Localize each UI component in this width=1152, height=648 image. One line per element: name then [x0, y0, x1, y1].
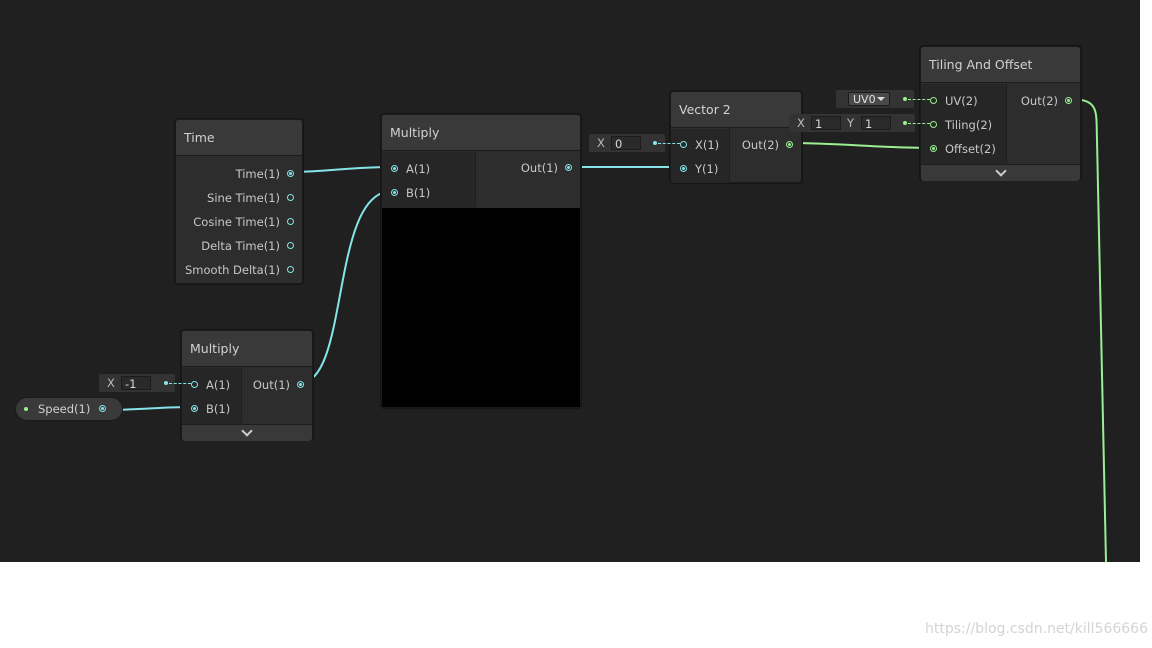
divider: [729, 128, 730, 182]
node-title: Vector 2: [671, 92, 801, 128]
multiply-node-small[interactable]: Multiply A(1) B(1) Out(1): [181, 330, 313, 441]
port-dot[interactable]: [287, 266, 294, 273]
wire-vector2-to-tiling-offset: [788, 142, 932, 149]
inline-connector-dot: [903, 97, 907, 101]
port-y[interactable]: Y(1): [671, 157, 718, 181]
port-dot[interactable]: [391, 189, 398, 196]
tiling-y-input[interactable]: 1: [861, 116, 891, 131]
port-dot[interactable]: [1065, 97, 1072, 104]
port-dot[interactable]: [191, 405, 198, 412]
node-title: Time: [176, 120, 302, 156]
port-cosine-time[interactable]: Cosine Time(1): [193, 210, 302, 234]
port-out[interactable]: Out(2): [1021, 89, 1080, 113]
a-value-input[interactable]: -1: [121, 376, 151, 391]
port-dot[interactable]: [680, 165, 687, 172]
graph-canvas[interactable]: Time Time(1) Sine Time(1) Cosine Time(1)…: [0, 0, 1140, 562]
port-out[interactable]: Out(2): [742, 133, 801, 157]
inline-connector-line: [658, 143, 680, 144]
expand-toggle[interactable]: [182, 424, 312, 441]
tiling-and-offset-node[interactable]: Tiling And Offset UV(2) Tiling(2) Offset…: [920, 46, 1081, 181]
watermark: https://blog.csdn.net/kill566666: [925, 621, 1148, 637]
port-dot[interactable]: [930, 145, 937, 152]
port-dot[interactable]: [565, 164, 572, 171]
port-dot[interactable]: [930, 97, 937, 104]
port-dot[interactable]: [191, 381, 198, 388]
field-label: X: [597, 136, 605, 150]
x-value-input[interactable]: 0: [611, 136, 641, 151]
port-uv[interactable]: UV(2): [921, 89, 978, 113]
inline-connector-line: [908, 123, 930, 124]
time-node[interactable]: Time Time(1) Sine Time(1) Cosine Time(1)…: [175, 119, 303, 284]
port-dot[interactable]: [930, 121, 937, 128]
vector2-node[interactable]: Vector 2 X(1) Y(1) Out(2): [670, 91, 802, 183]
wire-time-to-multiply-a: [289, 166, 393, 173]
port-sine-time[interactable]: Sine Time(1): [207, 186, 302, 210]
port-offset[interactable]: Offset(2): [921, 137, 996, 161]
port-x[interactable]: X(1): [671, 133, 719, 157]
node-title: Multiply: [182, 331, 312, 367]
node-title: Multiply: [382, 115, 580, 151]
inline-connector-dot: [653, 141, 657, 145]
field-label-y: Y: [847, 116, 855, 130]
property-label: Speed(1): [38, 402, 91, 416]
port-out[interactable]: Out(1): [521, 156, 580, 180]
port-delta-time[interactable]: Delta Time(1): [201, 234, 302, 258]
port-a[interactable]: A(1): [382, 157, 430, 181]
chevron-down-icon: [241, 425, 253, 437]
port-dot[interactable]: [391, 165, 398, 172]
port-dot[interactable]: [786, 141, 793, 148]
divider: [475, 151, 476, 207]
expand-toggle[interactable]: [921, 164, 1080, 181]
port-b[interactable]: B(1): [182, 397, 230, 421]
wire-multiply-small-to-multiply-b: [299, 190, 393, 384]
uv-channel-select[interactable]: UV0: [848, 92, 890, 106]
port-dot[interactable]: [287, 242, 294, 249]
port-dot[interactable]: [297, 381, 304, 388]
inline-connector-line: [908, 99, 930, 100]
multiply-node-main[interactable]: Multiply A(1) B(1) Out(1): [381, 114, 581, 408]
port-time[interactable]: Time(1): [236, 162, 302, 186]
port-dot[interactable]: [287, 194, 294, 201]
port-out[interactable]: Out(1): [253, 373, 312, 397]
speed-property[interactable]: Speed(1): [15, 397, 123, 421]
inline-connector-dot: [903, 121, 907, 125]
property-indicator: [24, 407, 28, 411]
node-preview: [382, 208, 580, 407]
port-smooth-delta[interactable]: Smooth Delta(1): [185, 258, 302, 282]
divider: [1006, 83, 1007, 163]
divider: [241, 367, 242, 423]
node-title: Tiling And Offset: [921, 47, 1080, 83]
inline-connector-dot: [164, 381, 168, 385]
port-tiling[interactable]: Tiling(2): [921, 113, 992, 137]
field-label-x: X: [797, 116, 805, 130]
dropdown-arrow-icon: [877, 97, 885, 101]
port-a[interactable]: A(1): [182, 373, 230, 397]
port-dot[interactable]: [99, 405, 106, 412]
port-dot[interactable]: [287, 218, 294, 225]
inline-connector-line: [169, 383, 191, 384]
field-label: X: [107, 376, 115, 390]
port-dot[interactable]: [680, 141, 687, 148]
port-dot[interactable]: [287, 170, 294, 177]
port-b[interactable]: B(1): [382, 181, 430, 205]
tiling-inline-field[interactable]: X 1 Y 1: [789, 114, 915, 132]
chevron-down-icon: [994, 165, 1007, 177]
tiling-x-input[interactable]: 1: [811, 116, 841, 131]
